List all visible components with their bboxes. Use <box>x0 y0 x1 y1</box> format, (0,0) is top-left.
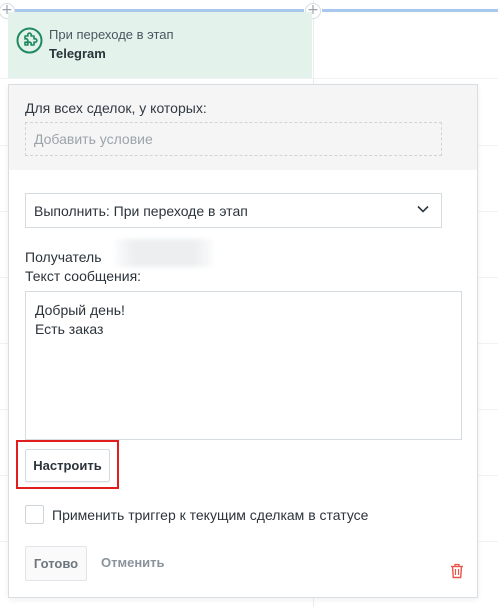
configure-button[interactable]: Настроить <box>25 449 110 482</box>
trash-icon[interactable] <box>450 563 464 579</box>
message-label: Текст сообщения: <box>25 268 142 284</box>
cancel-button[interactable]: Отменить <box>101 555 165 570</box>
row-divider <box>0 78 498 79</box>
conditions-section: Для всех сделок, у которых: Добавить усл… <box>9 85 477 170</box>
trigger-subtitle: При переходе в этап <box>49 27 174 42</box>
recipient-label: Получатель <box>25 249 102 265</box>
trigger-card[interactable]: При переходе в этап Telegram <box>8 12 312 78</box>
message-textarea[interactable]: Добрый день! Есть заказ <box>25 291 462 440</box>
pipeline-board: + + При переходе в этап Telegram Для все… <box>0 0 498 607</box>
trigger-title: Telegram <box>49 46 106 61</box>
done-button[interactable]: Готово <box>25 546 87 581</box>
message-line: Есть заказ <box>35 321 104 337</box>
action-select[interactable]: Выполнить: При переходе в этап <box>25 193 442 228</box>
chevron-down-icon <box>417 205 429 213</box>
apply-existing-label[interactable]: Применить триггер к текущим сделкам в ст… <box>52 507 368 523</box>
message-line: Добрый день! <box>35 302 125 318</box>
apply-existing-checkbox[interactable] <box>25 505 44 524</box>
recipient-value-redacted <box>115 239 213 267</box>
conditions-label: Для всех сделок, у которых: <box>25 100 207 116</box>
action-select-value: Выполнить: При переходе в этап <box>34 203 248 219</box>
trigger-settings-popup: Для всех сделок, у которых: Добавить усл… <box>8 84 478 598</box>
add-condition-field[interactable]: Добавить условие <box>25 122 442 156</box>
puzzle-icon <box>16 27 43 54</box>
stage-color-bar <box>322 9 498 12</box>
